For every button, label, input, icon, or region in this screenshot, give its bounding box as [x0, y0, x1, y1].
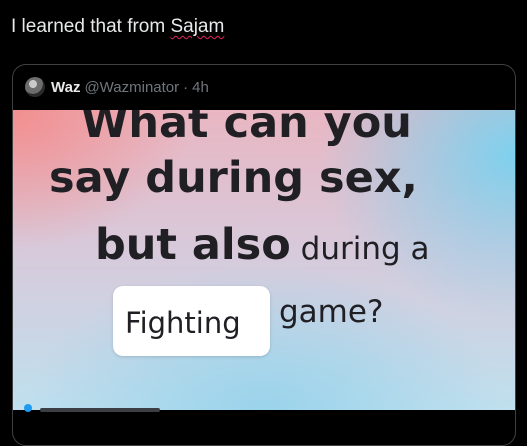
meme-text-line-2: say during sex,	[49, 153, 418, 203]
meme-text-line-1: What can you	[81, 110, 412, 148]
author-display-name[interactable]: Waz	[51, 79, 80, 96]
quoted-tweet-header: Waz @Wazminator · 4h	[25, 76, 209, 98]
author-handle[interactable]: @Wazminator	[84, 79, 179, 96]
quoted-tweet-image[interactable]: What can you say during sex, but also du…	[13, 110, 515, 410]
avatar[interactable]	[25, 77, 45, 97]
tweet-compose-text[interactable]: I learned that from Sajam	[11, 14, 224, 40]
fighting-word: Fighting	[125, 306, 241, 340]
partial-icon	[24, 404, 32, 412]
meme-text-line-3: but also during a	[95, 220, 430, 270]
meme-text-game: game?	[279, 294, 384, 330]
timestamp[interactable]: 4h	[192, 79, 209, 96]
meme-text-line-3-bold: but also	[95, 220, 291, 270]
separator-dot: ·	[183, 78, 189, 96]
quoted-tweet-card[interactable]: Waz @Wazminator · 4h What can you say du…	[12, 64, 516, 446]
meme-text-line-3-rest: during a	[290, 231, 430, 267]
compose-text-prefix: I learned that from	[11, 16, 171, 37]
mention-text: Sajam	[170, 16, 225, 37]
partial-text	[40, 408, 160, 412]
